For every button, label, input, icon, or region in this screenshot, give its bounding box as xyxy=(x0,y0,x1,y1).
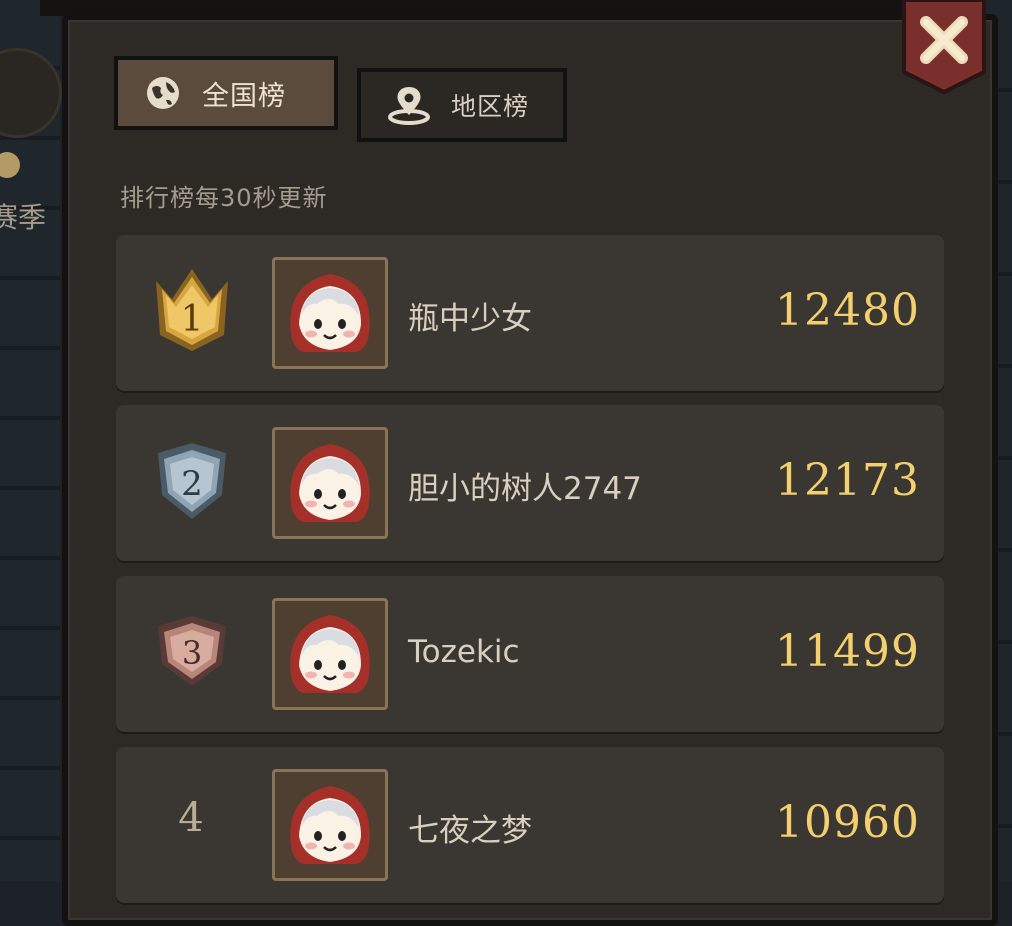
silver-shield-badge-icon: 2 xyxy=(158,443,226,519)
rank-2-number: 2 xyxy=(181,464,203,504)
leaderboard-row[interactable]: 3 Tozekic 11499 xyxy=(116,576,944,732)
player-name: 胆小的树人2747 xyxy=(408,471,642,507)
leaderboard-row[interactable]: 1 瓶中少女 12480 xyxy=(116,235,944,391)
player-score: 12173 xyxy=(775,455,920,506)
globe-icon xyxy=(144,74,182,112)
gold-crown-badge-icon: 1 xyxy=(156,269,228,351)
update-notice: 排行榜每30秒更新 xyxy=(120,184,328,212)
player-score: 11499 xyxy=(775,626,920,677)
player-avatar-icon xyxy=(290,274,370,352)
tab-regional[interactable]: 地区榜 xyxy=(357,68,567,142)
player-avatar-icon xyxy=(290,615,370,693)
close-button[interactable] xyxy=(900,0,988,94)
player-name: 瓶中少女 xyxy=(408,301,532,337)
avatar[interactable] xyxy=(272,427,388,539)
rank-3-number: 3 xyxy=(182,634,202,672)
player-avatar-icon xyxy=(290,444,370,522)
tab-regional-label: 地区榜 xyxy=(451,92,530,121)
player-name: 七夜之梦 xyxy=(408,813,532,849)
tab-national[interactable]: 全国榜 xyxy=(114,56,338,130)
tab-national-label: 全国榜 xyxy=(202,80,286,112)
avatar[interactable] xyxy=(272,769,388,881)
rank-number: 4 xyxy=(178,795,204,841)
rank-1-number: 1 xyxy=(181,299,204,340)
bronze-shield-badge-icon: 3 xyxy=(158,616,226,686)
player-score: 12480 xyxy=(775,285,920,336)
leaderboard-row[interactable]: 4 七夜之梦 10960 xyxy=(116,747,944,903)
season-label[interactable]: 赛季 xyxy=(0,196,46,236)
player-avatar-icon xyxy=(290,786,370,864)
player-score: 10960 xyxy=(775,797,920,848)
player-name: Tozekic xyxy=(408,634,520,670)
close-icon xyxy=(902,0,986,94)
location-pin-icon xyxy=(387,85,431,125)
leaderboard-row[interactable]: 2 胆小的树人2747 12173 xyxy=(116,405,944,561)
avatar[interactable] xyxy=(272,598,388,710)
avatar[interactable] xyxy=(272,257,388,369)
